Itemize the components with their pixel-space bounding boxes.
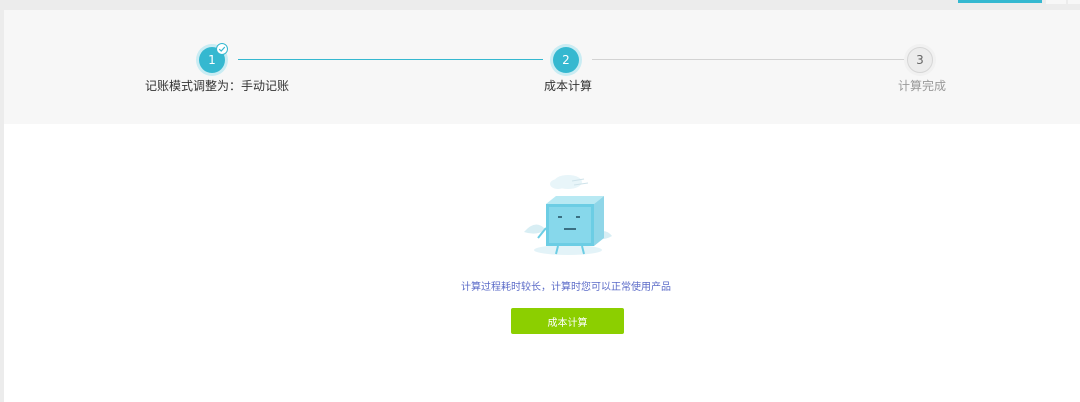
step-1-number: 1 — [208, 53, 216, 67]
step-connector-1 — [238, 59, 543, 60]
step-3-number: 3 — [916, 53, 924, 67]
top-bar — [0, 0, 1080, 5]
step-1: 1 — [199, 43, 228, 73]
step-3: 3 — [907, 47, 933, 73]
calculating-robot-illustration — [516, 170, 616, 260]
step-connector-2 — [592, 59, 907, 60]
step-2: 2 — [553, 47, 579, 73]
cost-calculation-button[interactable]: 成本计算 — [511, 308, 624, 334]
main-panel: 1 记账模式调整为：手动记账 2 成本计算 3 计算完成 计算过程耗时较长，计算… — [4, 10, 1080, 402]
step-2-label: 成本计算 — [544, 79, 593, 93]
window-control-2[interactable] — [1068, 0, 1080, 4]
step-3-label: 计算完成 — [898, 79, 947, 93]
step-2-number: 2 — [562, 53, 570, 67]
active-tab-indicator[interactable] — [958, 0, 1042, 3]
check-icon — [216, 43, 228, 55]
calculation-hint-text: 计算过程耗时较长，计算时您可以正常使用产品 — [461, 282, 671, 293]
step-3-circle: 3 — [907, 47, 933, 73]
step-1-label: 记账模式调整为：手动记账 — [145, 79, 290, 93]
stepper: 1 记账模式调整为：手动记账 2 成本计算 3 计算完成 — [4, 10, 1080, 124]
window-control[interactable] — [1046, 0, 1066, 4]
step-2-circle: 2 — [553, 47, 579, 73]
